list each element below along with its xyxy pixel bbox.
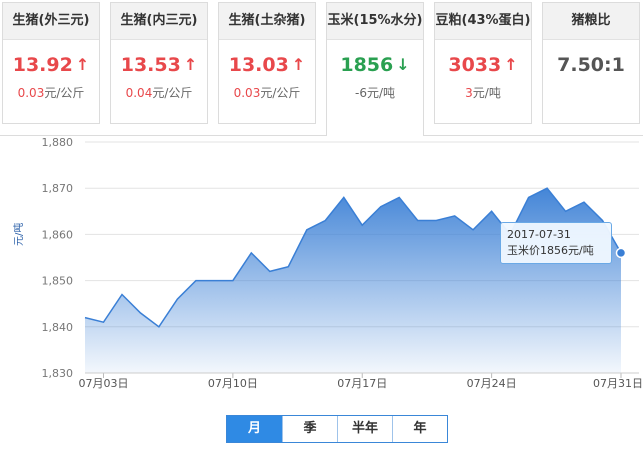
tooltip-date: 2017-07-31 xyxy=(507,227,605,243)
chart-panel: 1,8801,8701,8601,8501,8401,830 07月03日07月… xyxy=(0,135,643,452)
tab-quarter[interactable]: 季 xyxy=(282,416,337,442)
x-tick-label: 07月17日 xyxy=(337,377,387,390)
corn-price-chart[interactable]: 1,8801,8701,8601,8501,8401,830 07月03日07月… xyxy=(0,136,643,452)
change-unit: 元/公斤 xyxy=(260,86,300,100)
card-price: 13.53↑ xyxy=(111,52,207,78)
card-title: 生猪(外三元) xyxy=(3,3,99,40)
price-value: 3033 xyxy=(448,54,501,76)
card-price: 7.50:1 xyxy=(543,52,639,78)
change-unit: 元/公斤 xyxy=(152,86,192,100)
card-title: 生猪(内三元) xyxy=(111,3,207,40)
card-price: 3033↑ xyxy=(435,52,531,78)
card-pig-tuzazhu[interactable]: 生猪(土杂猪) 13.03↑ 0.03元/公斤 xyxy=(218,2,316,124)
price-value: 7.50:1 xyxy=(557,54,625,76)
card-change: 0.03元/公斤 xyxy=(3,84,99,101)
card-change: 0.03元/公斤 xyxy=(219,84,315,101)
chart-tooltip: 2017-07-31 玉米价1856元/吨 xyxy=(500,222,612,264)
card-change: 0.04元/公斤 xyxy=(111,84,207,101)
price-value: 13.03 xyxy=(229,54,289,76)
up-arrow-icon: ↑ xyxy=(76,52,89,78)
card-price: 1856↓ xyxy=(327,52,423,78)
y-tick-label: 1,830 xyxy=(42,367,74,380)
change-value: 0.03 xyxy=(234,86,261,100)
price-value: 1856 xyxy=(340,54,393,76)
tab-year[interactable]: 年 xyxy=(392,416,447,442)
y-tick-label: 1,840 xyxy=(42,321,74,334)
card-pig-waisanyuan[interactable]: 生猪(外三元) 13.92↑ 0.03元/公斤 xyxy=(2,2,100,124)
up-arrow-icon: ↑ xyxy=(292,52,305,78)
tooltip-value: 玉米价1856元/吨 xyxy=(507,243,605,259)
y-tick-label: 1,860 xyxy=(42,228,74,241)
card-price: 13.92↑ xyxy=(3,52,99,78)
price-value: 13.92 xyxy=(13,54,73,76)
change-value: 3 xyxy=(465,86,473,100)
up-arrow-icon: ↑ xyxy=(184,52,197,78)
card-title: 玉米(15%水分) xyxy=(327,3,423,40)
up-arrow-icon: ↑ xyxy=(504,52,517,78)
x-tick-labels: 07月03日 07月10日 07月17日 07月24日 07月31日 xyxy=(78,373,643,390)
card-pig-neisanyuan[interactable]: 生猪(内三元) 13.53↑ 0.04元/公斤 xyxy=(110,2,208,124)
y-tick-label: 1,880 xyxy=(42,136,74,149)
y-tick-label: 1,850 xyxy=(42,275,74,288)
change-value: 0.04 xyxy=(126,86,153,100)
price-value: 13.53 xyxy=(121,54,181,76)
card-soymeal[interactable]: 豆粕(43%蛋白) 3033↑ 3元/吨 xyxy=(434,2,532,124)
card-change: -6元/吨 xyxy=(327,84,423,101)
change-unit: 元/吨 xyxy=(367,86,395,100)
card-title: 猪粮比 xyxy=(543,3,639,40)
x-tick-label: 07月24日 xyxy=(467,377,517,390)
card-change: 3元/吨 xyxy=(435,84,531,101)
x-tick-label: 07月03日 xyxy=(78,377,128,390)
highlighted-point[interactable] xyxy=(617,248,626,257)
change-unit: 元/公斤 xyxy=(44,86,84,100)
change-value: 0.03 xyxy=(18,86,45,100)
price-cards: 生猪(外三元) 13.92↑ 0.03元/公斤 生猪(内三元) 13.53↑ 0… xyxy=(0,0,643,140)
y-tick-labels: 1,880 1,870 1,860 1,850 1,840 1,830 xyxy=(42,136,74,380)
card-price: 13.03↑ xyxy=(219,52,315,78)
change-unit: 元/吨 xyxy=(473,86,501,100)
card-title: 豆粕(43%蛋白) xyxy=(435,3,531,40)
card-title: 生猪(土杂猪) xyxy=(219,3,315,40)
card-pig-grain-ratio[interactable]: 猪粮比 7.50:1 xyxy=(542,2,640,124)
range-tabs: 月 季 半年 年 xyxy=(226,415,448,443)
y-tick-label: 1,870 xyxy=(42,182,74,195)
y-axis-label: 元/吨 xyxy=(12,223,25,246)
tab-half-year[interactable]: 半年 xyxy=(337,416,392,442)
down-arrow-icon: ↓ xyxy=(396,52,409,78)
x-tick-label: 07月10日 xyxy=(208,377,258,390)
x-tick-label: 07月31日 xyxy=(593,377,643,390)
change-value: -6 xyxy=(355,86,367,100)
card-corn[interactable]: 玉米(15%水分) 1856↓ -6元/吨 xyxy=(326,2,424,136)
tab-month[interactable]: 月 xyxy=(227,416,282,442)
